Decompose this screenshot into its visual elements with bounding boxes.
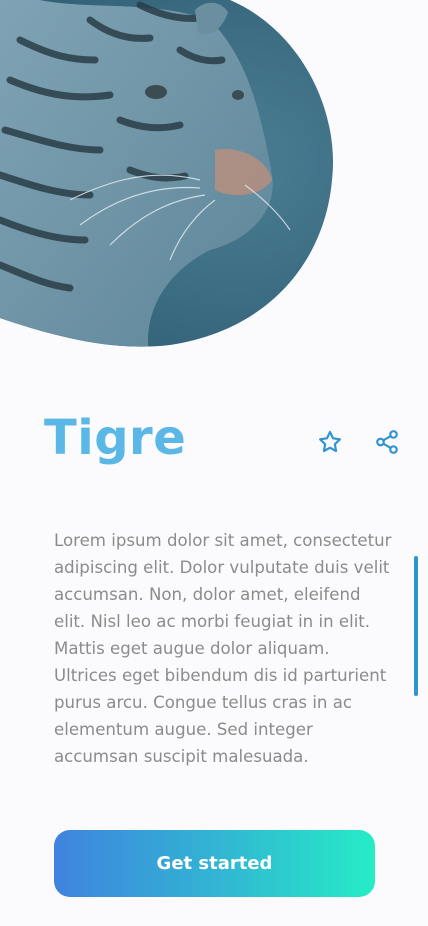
favorite-button[interactable] bbox=[316, 428, 344, 456]
animal-name: Tigre bbox=[44, 410, 187, 466]
share-button[interactable] bbox=[373, 428, 401, 456]
star-icon bbox=[319, 430, 341, 453]
hero-image bbox=[0, 0, 428, 360]
get-started-button[interactable]: Get started bbox=[54, 830, 375, 897]
scrollbar[interactable] bbox=[414, 556, 418, 696]
animal-description: Lorem ipsum dolor sit amet, consectetur … bbox=[54, 530, 392, 766]
share-icon bbox=[376, 430, 398, 454]
